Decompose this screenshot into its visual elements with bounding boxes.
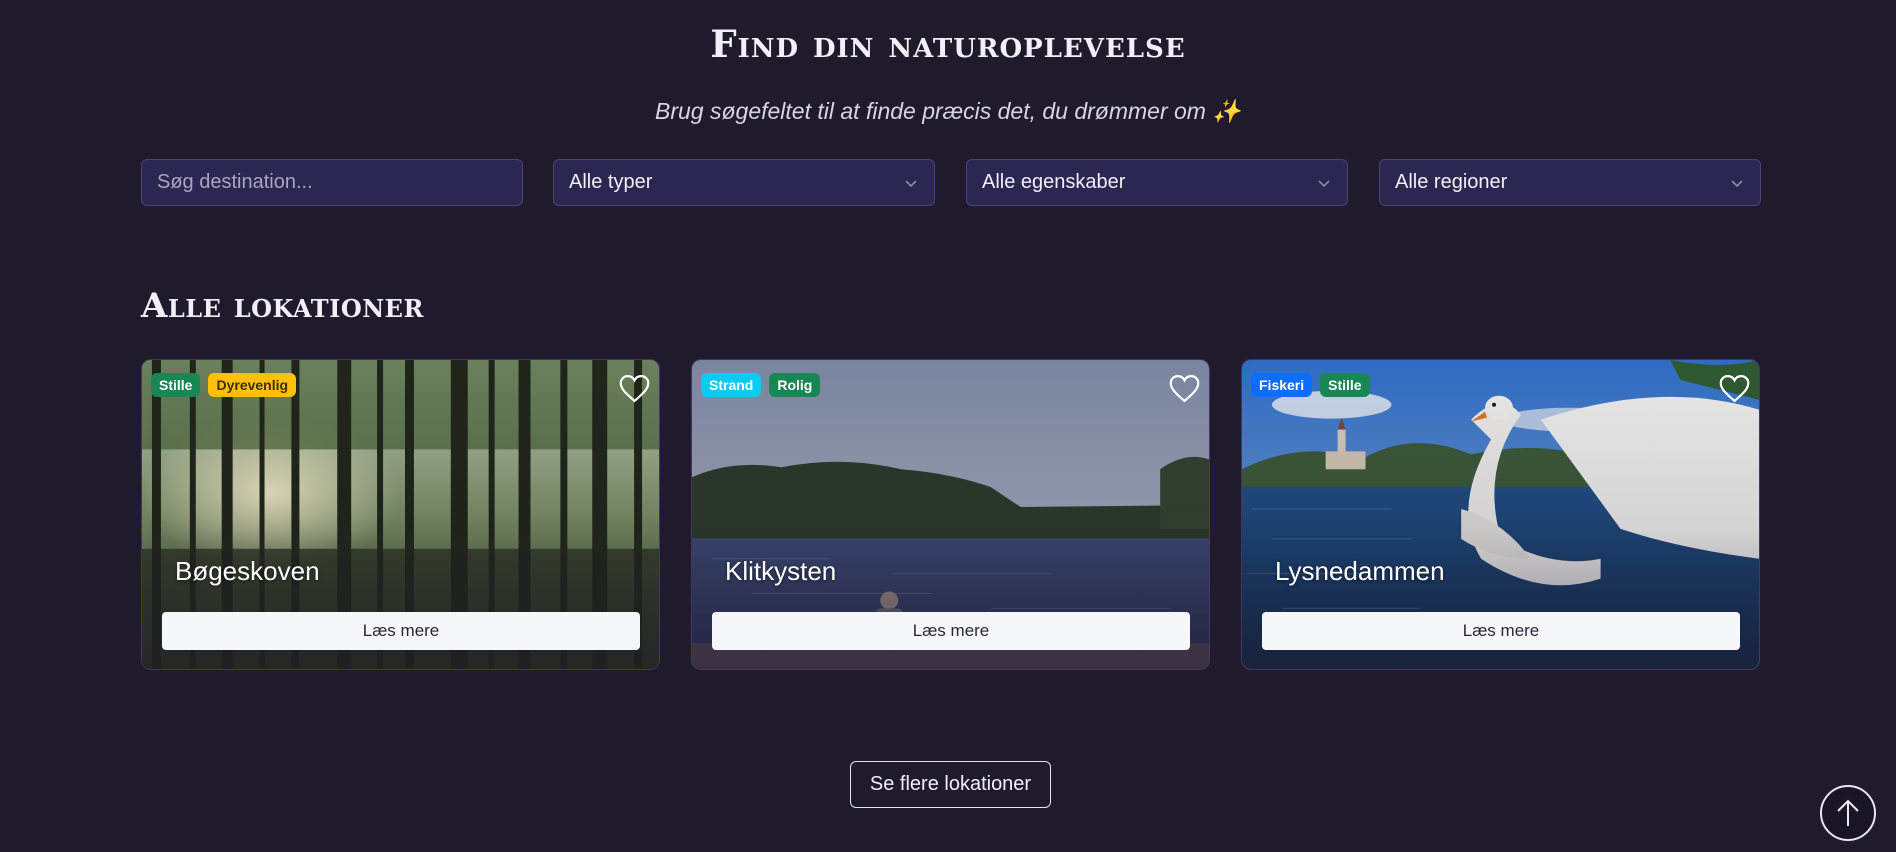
region-select-value: Alle regioner — [1395, 171, 1508, 193]
search-input[interactable] — [141, 159, 523, 206]
type-select[interactable]: Alle typer — [553, 159, 935, 206]
heart-icon[interactable] — [1718, 373, 1751, 404]
region-select[interactable]: Alle regioner — [1379, 159, 1761, 206]
read-more-button[interactable]: Læs mere — [1262, 612, 1740, 650]
tag-badge: Rolig — [769, 373, 821, 397]
tag-list: Stille Dyrevenlig — [151, 373, 297, 397]
location-card[interactable]: Stille Dyrevenlig Bøgeskoven Læs mere — [141, 359, 660, 670]
read-more-button[interactable]: Læs mere — [162, 612, 640, 650]
hero-subtitle: Brug søgefeltet til at finde præcis det,… — [655, 98, 1241, 124]
tag-badge: Dyrevenlig — [208, 373, 297, 397]
tag-badge: Stille — [1320, 373, 1370, 397]
chevron-down-icon — [1318, 179, 1330, 187]
tag-badge: Strand — [701, 373, 762, 397]
page: Find din naturoplevelse Brug søgefeltet … — [0, 0, 1896, 852]
heart-icon[interactable] — [1168, 373, 1201, 404]
section-title: Alle lokationer — [141, 286, 424, 326]
type-select-value: Alle typer — [569, 171, 653, 193]
tag-list: Fiskeri Stille — [1251, 373, 1370, 397]
card-title: Lysnedammen — [1275, 556, 1445, 586]
heart-icon[interactable] — [618, 373, 651, 404]
tag-badge: Fiskeri — [1251, 373, 1313, 397]
location-card[interactable]: Strand Rolig Klitkysten Læs mere — [691, 359, 1210, 670]
card-title: Klitkysten — [725, 556, 837, 586]
location-card[interactable]: Fiskeri Stille Lysnedammen Læs mere — [1241, 359, 1760, 670]
tag-list: Strand Rolig — [701, 373, 821, 397]
chevron-down-icon — [905, 179, 917, 187]
arrow-up-icon — [1837, 799, 1859, 826]
hero-title: Find din naturoplevelse — [710, 22, 1186, 66]
features-select-value: Alle egenskaber — [982, 171, 1126, 193]
scroll-to-top-button[interactable] — [1820, 785, 1876, 841]
features-select[interactable]: Alle egenskaber — [966, 159, 1348, 206]
see-more-button[interactable]: Se flere lokationer — [850, 761, 1051, 808]
chevron-down-icon — [1731, 179, 1743, 187]
read-more-button[interactable]: Læs mere — [712, 612, 1190, 650]
filter-bar: Alle typer Alle egenskaber Alle regioner — [141, 159, 1761, 206]
card-title: Bøgeskoven — [175, 556, 320, 586]
tag-badge: Stille — [151, 373, 201, 397]
